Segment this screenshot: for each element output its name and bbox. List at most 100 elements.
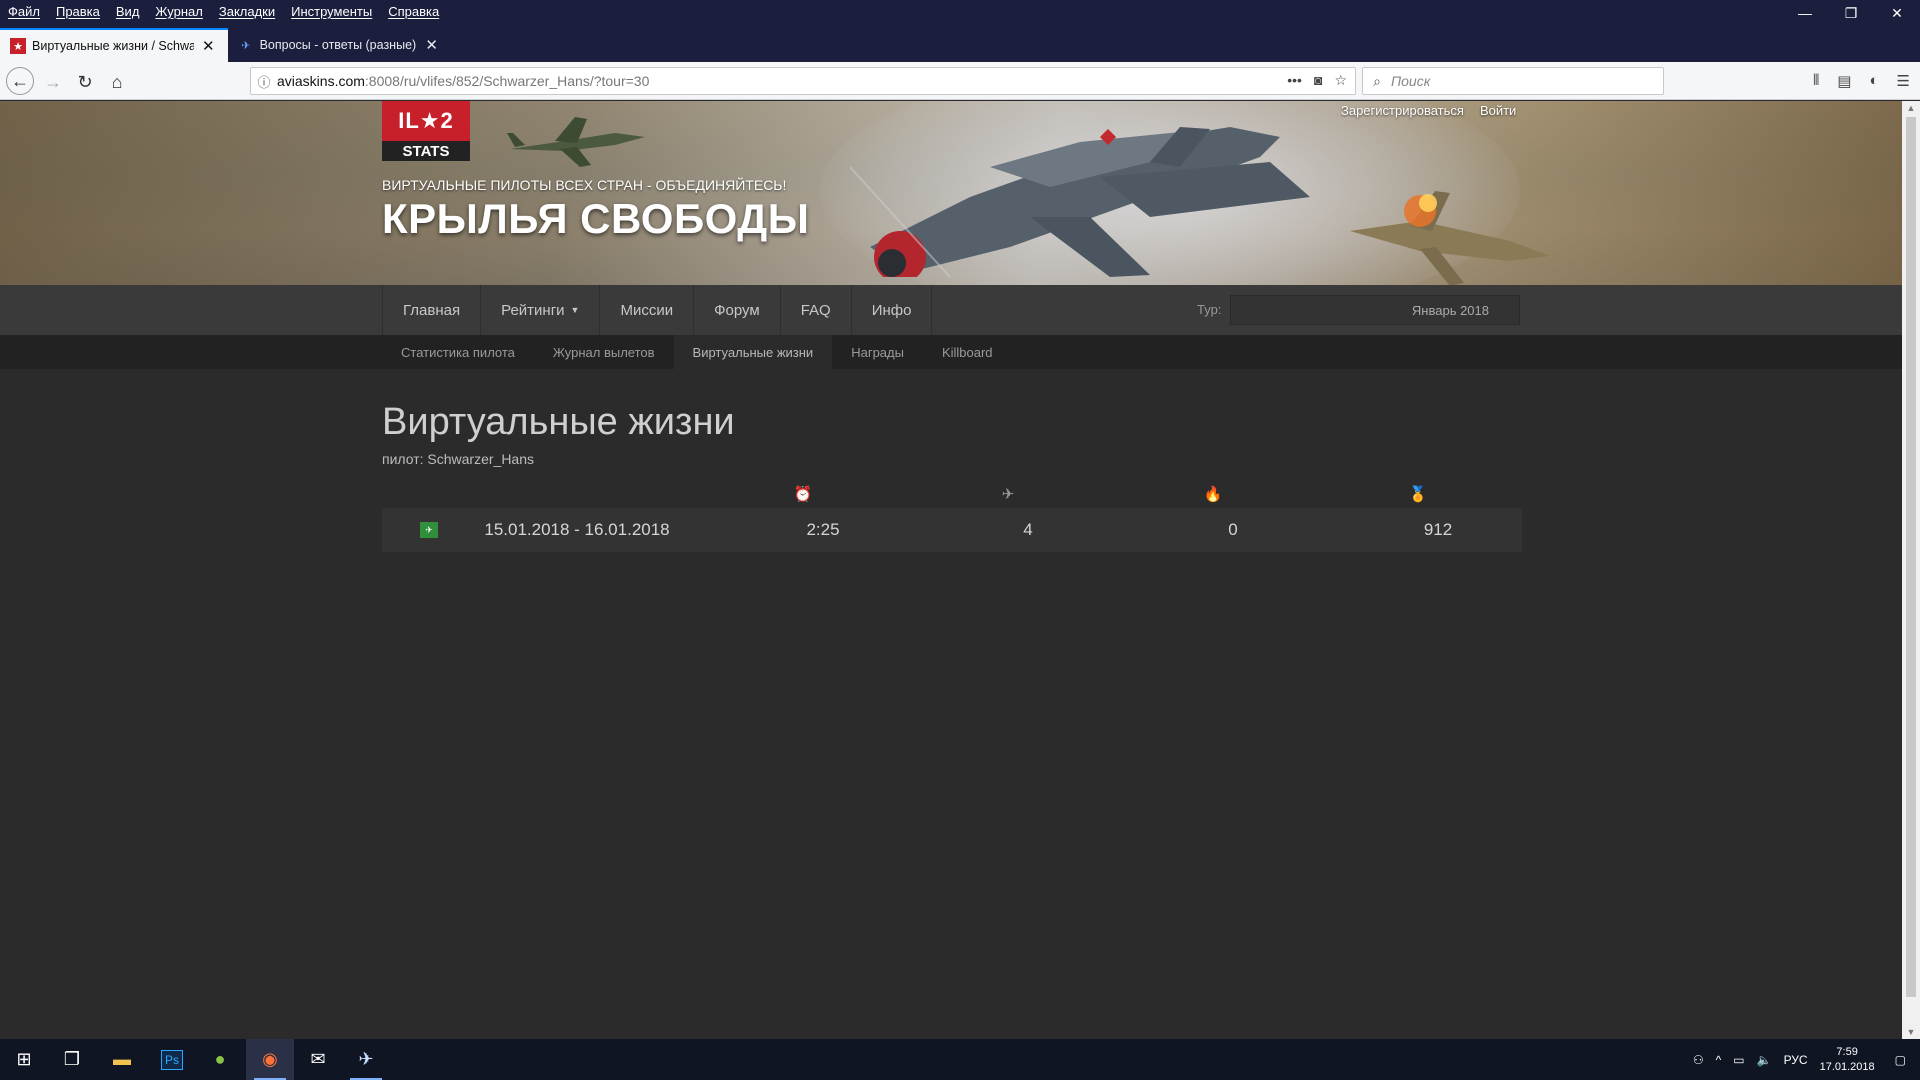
menu-help[interactable]: Справка (388, 4, 439, 19)
luftwaffe-flag-icon: ✈ (420, 522, 438, 538)
pilot-sub-navigation: Статистика пилота Журнал вылетов Виртуал… (0, 335, 1902, 369)
subnav-items: Статистика пилота Журнал вылетов Виртуал… (382, 335, 1012, 369)
logo-bottom: STATS (382, 141, 470, 161)
photoshop-icon[interactable]: Ps (148, 1039, 196, 1080)
site-slogan: ВИРТУАЛЬНЫЕ ПИЛОТЫ ВСЕХ СТРАН - ОБЪЕДИНЯ… (382, 177, 787, 193)
tour-label: Тур: (1197, 302, 1222, 317)
bookmark-star-icon[interactable]: ☆ (1334, 72, 1347, 89)
caret-down-icon: ▼ (570, 305, 580, 315)
volume-icon[interactable]: 🔈 (1757, 1053, 1772, 1067)
url-bar[interactable]: ⓘ aviaskins.com:8008/ru/vlifes/852/Schwa… (250, 67, 1356, 95)
reload-icon: ↻ (77, 71, 93, 92)
il2-star-icon: ★ (10, 38, 26, 54)
menu-history[interactable]: Журнал (155, 4, 202, 19)
subnav-awards[interactable]: Награды (832, 335, 923, 369)
extension-icon[interactable]: ◐ (1869, 72, 1878, 90)
tab-title: Виртуальные жизни / Schwarz (32, 39, 194, 53)
burning-plane-image (1350, 191, 1550, 285)
site-header-banner: IL★2 STATS ВИРТУАЛЬНЫЕ ПИЛОТЫ ВСЕХ СТРАН… (0, 101, 1902, 285)
menu-tools[interactable]: Инструменты (291, 4, 372, 19)
info-icon[interactable]: ⓘ (251, 72, 277, 91)
scroll-up-icon[interactable]: ▲ (1902, 103, 1920, 113)
nav-info[interactable]: Инфо (852, 285, 933, 335)
nav-missions[interactable]: Миссии (600, 285, 695, 335)
aircraft-kills-icon: ✈ (1001, 486, 1015, 503)
file-explorer-icon[interactable]: ▬ (98, 1039, 146, 1080)
subnav-virtual-lives[interactable]: Виртуальные жизни (673, 335, 833, 369)
system-tray: ⚇ ^ ▭ 🔈 РУС 7:59 17.01.2018 ▢ (1693, 1039, 1920, 1080)
scrollbar-thumb[interactable] (1906, 117, 1916, 997)
minimize-button[interactable]: — (1782, 0, 1828, 26)
menu-edit[interactable]: Правка (56, 4, 100, 19)
nav-home[interactable]: Главная (382, 285, 482, 335)
url-host: aviaskins.com (277, 73, 365, 89)
menu-view[interactable]: Вид (116, 4, 140, 19)
tab-forum[interactable]: ✈ Вопросы - ответы (разные) - С ✕ (228, 28, 448, 62)
hamburger-menu-icon[interactable]: ☰ (1897, 72, 1910, 90)
page-scrollbar[interactable]: ▲ ▼ (1902, 101, 1920, 1039)
search-input[interactable]: ⌕ Поиск (1362, 67, 1664, 95)
ground-kills-icon: 🔥 (1203, 486, 1223, 503)
firefox-icon[interactable]: ◉ (246, 1039, 294, 1080)
nav-label: FAQ (800, 301, 831, 319)
subnav-killboard[interactable]: Killboard (923, 335, 1012, 369)
close-tab-icon[interactable]: ✕ (425, 36, 438, 54)
il2-game-icon[interactable]: ✈ (342, 1039, 390, 1080)
tray-expand-icon[interactable]: ^ (1716, 1053, 1722, 1067)
windows-start-icon[interactable]: ⊞ (0, 1039, 48, 1080)
clock-date: 17.01.2018 (1819, 1060, 1875, 1073)
network-icon[interactable]: ▭ (1733, 1053, 1744, 1067)
vlife-aircraft-kills: 4 (1023, 520, 1033, 539)
menu-list: Файл Правка Вид Журнал Закладки Инструме… (8, 4, 439, 19)
subnav-sorties-log[interactable]: Журнал вылетов (534, 335, 674, 369)
logo-top: IL★2 (382, 101, 470, 141)
nav-forum[interactable]: Форум (694, 285, 781, 335)
tab-vlifes[interactable]: ★ Виртуальные жизни / Schwarz ✕ (0, 28, 228, 62)
nav-ratings[interactable]: Рейтинги ▼ (481, 285, 601, 335)
page-title: Виртуальные жизни (382, 401, 735, 443)
back-button[interactable]: ← (6, 67, 34, 95)
nav-label: Рейтинги (501, 301, 565, 319)
pocket-icon[interactable]: ◙ (1314, 72, 1322, 89)
reload-button[interactable]: ↻ (72, 69, 98, 95)
auth-links: Зарегистрироваться Войти (1341, 103, 1516, 118)
search-icon: ⌕ (1373, 72, 1381, 89)
il2-stats-logo[interactable]: IL★2 STATS (382, 101, 470, 161)
app-sphere-icon[interactable]: ● (196, 1039, 244, 1080)
nav-bar: ← → ↻ ⌂ ⓘ aviaskins.com:8008/ru/vlifes/8… (0, 62, 1920, 100)
forum-icon: ✈ (241, 39, 251, 52)
nav-faq[interactable]: FAQ (781, 285, 852, 335)
close-window-button[interactable]: ✕ (1874, 0, 1920, 26)
library-icon[interactable]: ⫴ (1813, 72, 1819, 90)
forward-button[interactable]: → (40, 69, 66, 95)
tour-select[interactable]: Январь 2018 (1230, 295, 1520, 325)
task-view-icon[interactable]: ❐ (48, 1039, 96, 1080)
url-tools: ••• ◙ ☆ (1287, 72, 1347, 89)
menu-bookmarks[interactable]: Закладки (219, 4, 275, 19)
login-link[interactable]: Войти (1480, 103, 1516, 118)
time-icon: ⏰ (793, 486, 813, 503)
language-indicator[interactable]: РУС (1784, 1053, 1808, 1067)
arrow-left-icon: ← (11, 70, 29, 91)
scroll-down-icon[interactable]: ▼ (1902, 1027, 1920, 1037)
home-icon: ⌂ (111, 71, 123, 92)
people-icon[interactable]: ⚇ (1693, 1053, 1704, 1067)
score-icon: 🏅 (1408, 486, 1428, 503)
clock[interactable]: 7:59 17.01.2018 (1820, 1045, 1875, 1075)
fighter-plane-image (507, 117, 645, 167)
mail-icon[interactable]: ✉ (294, 1039, 342, 1080)
page-actions-icon[interactable]: ••• (1287, 72, 1302, 89)
vlife-score: 912 (1423, 520, 1453, 539)
home-button[interactable]: ⌂ (104, 69, 130, 95)
menu-file[interactable]: Файл (8, 4, 40, 19)
close-tab-icon[interactable]: ✕ (202, 37, 215, 55)
restore-button[interactable]: ❐ (1828, 0, 1874, 26)
table-row[interactable]: ✈ 15.01.2018 - 16.01.2018 2:25 4 0 912 (382, 508, 1522, 552)
nav-label: Инфо (871, 301, 912, 319)
subnav-pilot-stats[interactable]: Статистика пилота (382, 335, 534, 369)
register-link[interactable]: Зарегистрироваться (1341, 103, 1464, 118)
url-path: :8008/ru/vlifes/852/Schwarzer_Hans/?tour… (364, 73, 650, 89)
notifications-icon[interactable]: ▢ (1895, 1053, 1906, 1067)
tab-bar: ★ Виртуальные жизни / Schwarz ✕ ✈ Вопрос… (0, 26, 1920, 81)
sidebar-icon[interactable]: ▤ (1837, 72, 1851, 90)
